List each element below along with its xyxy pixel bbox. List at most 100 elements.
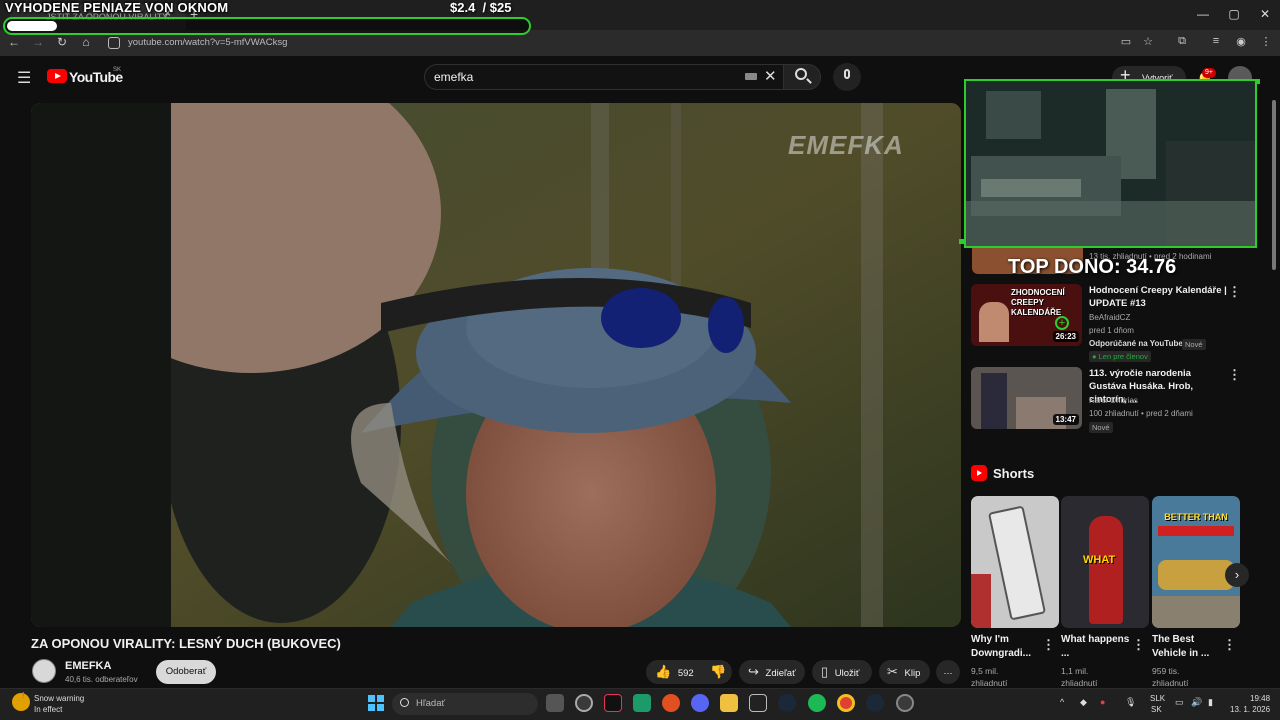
like-count[interactable]: 592 — [678, 668, 694, 679]
short-thumbnail[interactable]: WHAT — [1061, 496, 1149, 628]
windows-start-icon[interactable] — [368, 695, 384, 711]
video-duration: 13:47 — [1052, 414, 1079, 425]
like-icon[interactable]: 👍 — [655, 664, 671, 679]
short-title[interactable]: What happens ... — [1061, 633, 1131, 661]
steam-icon[interactable] — [778, 694, 796, 712]
webcam-frame — [966, 81, 1255, 246]
taskbar-search-placeholder[interactable]: Hľadať — [416, 698, 445, 709]
short-thumbnail[interactable] — [971, 496, 1059, 628]
members-only-label: Len pre členov — [1098, 352, 1148, 361]
tray-app-icon[interactable]: ◆ — [1080, 697, 1087, 708]
clock-date[interactable]: 13. 1. 2026 — [1230, 705, 1270, 714]
hand-image — [971, 574, 991, 628]
taskbar-search[interactable] — [392, 693, 538, 715]
short-title[interactable]: The Best Vehicle in ... — [1152, 633, 1222, 661]
youtube-logo-icon[interactable] — [47, 69, 67, 83]
discord-icon[interactable] — [691, 694, 709, 712]
recommendation-meta: 100 zhliadnutí • pred 2 dňami — [1089, 409, 1193, 418]
subscriber-count: 40,6 tis. odberateľov — [65, 675, 138, 684]
recommendation-thumbnail[interactable]: ZHODNOCENÍ CREEPY KALENDÁŘE + 26:23 — [971, 284, 1082, 346]
weather-icon[interactable] — [12, 693, 30, 711]
short-menu-icon[interactable]: ⋮ — [1132, 637, 1145, 653]
scrollbar-thumb[interactable] — [1272, 100, 1276, 270]
obs-icon[interactable] — [575, 694, 593, 712]
url-field[interactable]: youtube.com/watch?v=5-mfVWACksg — [128, 37, 287, 48]
browser-menu-icon[interactable]: ⋮ — [1258, 35, 1274, 48]
chrome-icon[interactable] — [837, 694, 855, 712]
display-icon[interactable]: ▭ — [1175, 697, 1184, 708]
maximize-icon[interactable]: ▢ — [1219, 4, 1249, 24]
graphics-card-image — [987, 505, 1047, 621]
steam-icon[interactable] — [866, 694, 884, 712]
window-close-icon[interactable]: ✕ — [1250, 4, 1280, 24]
save-label: Uložiť — [834, 668, 860, 679]
bookmark-star-icon[interactable]: ☆ — [1140, 35, 1156, 48]
profile-icon[interactable]: ◉ — [1233, 35, 1249, 48]
dislike-icon[interactable]: 👎 — [710, 664, 726, 679]
clear-search-icon[interactable]: ✕ — [764, 67, 777, 85]
media-icon[interactable]: ≡ — [1208, 35, 1224, 47]
home-icon[interactable]: ⌂ — [78, 35, 94, 49]
reload-icon[interactable]: ↻ — [54, 35, 70, 49]
video-player[interactable]: EMEFKA — [31, 103, 961, 627]
search-icon — [795, 68, 807, 80]
subscribe-button[interactable]: Odoberať — [156, 660, 216, 684]
epic-games-icon[interactable] — [749, 694, 767, 712]
new-badge: Nové — [1089, 422, 1113, 433]
search-input[interactable] — [424, 64, 784, 90]
volume-icon[interactable]: 🔊 — [1191, 697, 1202, 708]
browser-app-icon[interactable] — [662, 694, 680, 712]
keyboard-language[interactable]: SLK — [1150, 694, 1165, 703]
short-menu-icon[interactable]: ⋮ — [1042, 637, 1055, 653]
extensions-icon[interactable]: ⧉ — [1174, 35, 1190, 48]
recommendation-channel[interactable]: Karol Ondrias — [1089, 396, 1138, 405]
spiderman-image — [1089, 516, 1123, 624]
video-duration: 26:23 — [1052, 331, 1079, 342]
task-view-icon[interactable] — [546, 694, 564, 712]
thumbnail-person — [981, 373, 1007, 429]
weather-substatus[interactable]: In effect — [34, 705, 62, 714]
keyboard-layout[interactable]: SK — [1151, 705, 1162, 714]
hamburger-menu-icon[interactable]: ☰ — [17, 68, 31, 88]
app-icon[interactable] — [633, 694, 651, 712]
recommendation-thumbnail[interactable]: 13:47 — [971, 367, 1082, 429]
back-icon[interactable]: ← — [6, 35, 22, 49]
short-menu-icon[interactable]: ⋮ — [1223, 637, 1236, 653]
recommendation-menu-icon[interactable]: ⋮ — [1228, 367, 1241, 383]
more-actions-button[interactable]: … — [936, 660, 960, 684]
recommendation-title[interactable]: Hodnocení Creepy Kalendáře | UPDATE #13 — [1089, 284, 1229, 310]
tiktok-icon[interactable] — [604, 694, 622, 712]
forward-icon[interactable]: → — [30, 35, 46, 49]
spotify-icon[interactable] — [808, 694, 826, 712]
streamer-webcam — [964, 79, 1257, 248]
recommendation-channel[interactable]: BeAfraidCZ — [1089, 313, 1130, 322]
recommendation-menu-icon[interactable]: ⋮ — [1228, 284, 1241, 300]
notification-badge: 9+ — [1202, 68, 1216, 78]
site-settings-icon[interactable] — [108, 37, 120, 49]
minimize-icon[interactable]: — — [1188, 4, 1218, 24]
cast-icon[interactable]: ▭ — [1118, 35, 1134, 48]
search-input-value[interactable]: emefka — [434, 70, 473, 84]
channel-name[interactable]: EMEFKA — [65, 660, 111, 672]
microphone-tray-icon[interactable]: 🎙 — [1125, 697, 1136, 708]
clock-time[interactable]: 19:48 — [1250, 694, 1270, 703]
donation-goal-amount: $2.4 / $25 — [450, 0, 511, 15]
clip-button[interactable]: ✂ Klip — [879, 660, 930, 684]
shorts-next-chevron-icon[interactable]: › — [1225, 563, 1249, 587]
tray-chevron-icon[interactable]: ^ — [1060, 697, 1064, 707]
battery-icon[interactable]: ▮ — [1208, 697, 1213, 708]
recommendation-meta: pred 1 dňom — [1089, 326, 1134, 335]
tray-app-icon[interactable]: ● — [1100, 697, 1105, 707]
donation-progress-bar — [3, 17, 531, 35]
chrome-active-icon[interactable] — [896, 694, 914, 712]
weather-status[interactable]: Snow warning — [34, 694, 84, 703]
file-explorer-icon[interactable] — [720, 694, 738, 712]
short-title[interactable]: Why I'm Downgradi... — [971, 633, 1041, 661]
short-thumbnail[interactable]: BETTER THAN — [1152, 496, 1240, 628]
keyboard-icon[interactable] — [745, 73, 757, 80]
short-views: 1,1 mil. — [1061, 666, 1089, 676]
share-button[interactable]: ↪ Zdieľať — [739, 660, 805, 684]
save-button[interactable]: ▯ Uložiť — [812, 660, 872, 684]
thumbnail-text: WHAT — [1083, 554, 1116, 566]
channel-avatar[interactable] — [32, 659, 56, 683]
